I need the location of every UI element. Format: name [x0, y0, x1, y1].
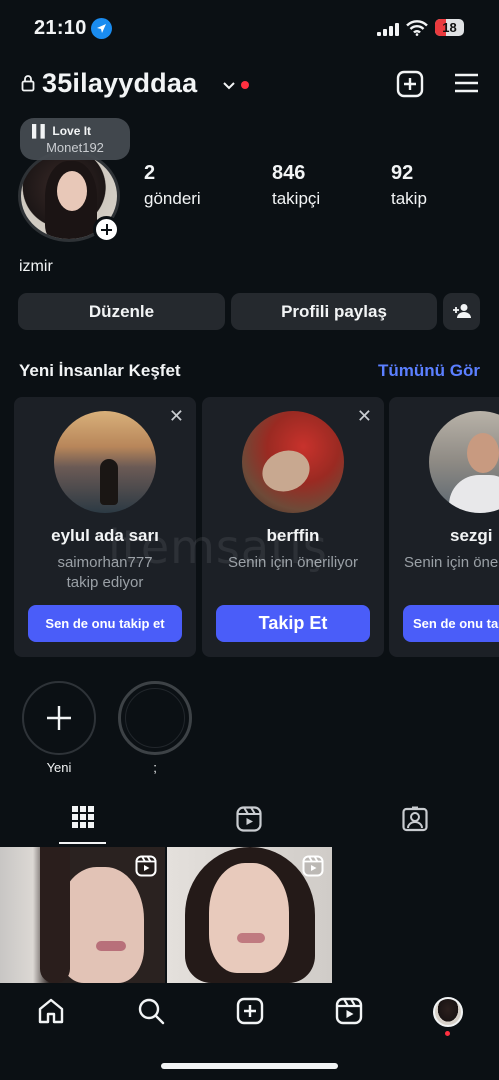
profile-screen: 21:10 18 35ilayyddaa ▌▌ Love It Monet192…: [0, 0, 499, 1080]
suggestion-avatar[interactable]: [54, 411, 156, 513]
posts-count: 2: [144, 162, 156, 184]
followers-label: takipçi: [272, 189, 321, 208]
grid-icon: [72, 806, 94, 828]
share-profile-button[interactable]: Profili paylaş: [231, 293, 437, 330]
plus-icon: [47, 706, 71, 730]
new-post-icon[interactable]: [396, 70, 424, 103]
search-icon[interactable]: [137, 997, 165, 1030]
battery-icon: 18: [435, 19, 464, 36]
new-highlight-button[interactable]: [22, 681, 96, 755]
menu-icon[interactable]: [454, 72, 479, 99]
reels-tab[interactable]: [236, 806, 262, 837]
add-person-icon: [452, 304, 471, 318]
cellular-signal-icon: [377, 22, 401, 36]
chevron-down-icon[interactable]: [222, 78, 236, 96]
follow-button[interactable]: Takip Et: [216, 605, 370, 642]
profile-bio: izmir: [19, 258, 53, 275]
note-artist: Monet192: [46, 140, 104, 155]
home-indicator[interactable]: [161, 1063, 338, 1069]
reels-nav-icon[interactable]: [335, 997, 363, 1030]
notification-dot: [445, 1031, 450, 1036]
reel-badge-icon: [135, 855, 157, 882]
battery-level: 18: [442, 20, 457, 35]
posts-stat[interactable]: 2 gönderi: [144, 162, 201, 209]
profile-username[interactable]: 35ilayyddaa: [42, 68, 197, 99]
active-tab-indicator: [59, 842, 106, 844]
watermark: itemsatış: [108, 520, 328, 574]
tagged-tab[interactable]: [402, 806, 428, 837]
status-time: 21:10: [34, 17, 87, 39]
post-thumbnail[interactable]: [0, 847, 165, 983]
music-note-bubble[interactable]: ▌▌ Love It Monet192: [20, 118, 130, 160]
highlight-item[interactable]: [118, 681, 192, 755]
close-icon[interactable]: ✕: [357, 406, 372, 427]
status-bar: 21:10 18: [0, 0, 499, 56]
follow-back-button[interactable]: Sen de onu takip et: [28, 605, 182, 642]
followers-stat[interactable]: 846 takipçi: [272, 162, 320, 209]
home-icon[interactable]: [37, 997, 65, 1030]
tagged-person-icon: [402, 806, 428, 832]
suggestion-avatar[interactable]: [429, 411, 499, 513]
suggestion-avatar[interactable]: [242, 411, 344, 513]
post-thumbnail[interactable]: [167, 847, 332, 983]
profile-nav-avatar[interactable]: [433, 997, 463, 1027]
suggestion-card[interactable]: sezgi Senin için öneriliyor Sen de onu t…: [389, 397, 499, 657]
location-arrow-icon: [91, 18, 112, 39]
discover-title: Yeni İnsanlar Keşfet: [19, 361, 181, 380]
following-stat[interactable]: 92 takip: [391, 162, 427, 209]
edit-profile-button[interactable]: Düzenle: [18, 293, 225, 330]
add-story-plus-icon[interactable]: [93, 216, 120, 243]
highlight-label: ;: [153, 760, 157, 775]
highlight-label: Yeni: [46, 760, 72, 775]
create-post-icon[interactable]: [236, 997, 264, 1030]
discover-people-button[interactable]: [443, 293, 480, 330]
grid-tab[interactable]: [72, 806, 94, 833]
following-count: 92: [391, 162, 414, 184]
equalizer-icon: ▌▌: [32, 124, 50, 138]
close-icon[interactable]: ✕: [169, 406, 184, 427]
followers-count: 846: [272, 162, 306, 184]
suggestion-name[interactable]: sezgi: [450, 526, 499, 546]
wifi-icon: [406, 20, 428, 41]
reels-icon: [236, 806, 262, 832]
following-label: takip: [391, 189, 427, 208]
notification-dot: [241, 81, 249, 89]
posts-label: gönderi: [144, 189, 201, 208]
see-all-link[interactable]: Tümünü Gör: [378, 361, 480, 381]
note-song-title: ▌▌ Love It: [32, 124, 92, 138]
reel-badge-icon: [302, 855, 324, 882]
suggestion-reason: Senin için öneriliyor: [404, 554, 499, 571]
follow-back-button[interactable]: Sen de onu takip et: [403, 605, 499, 642]
lock-icon: [21, 74, 35, 97]
